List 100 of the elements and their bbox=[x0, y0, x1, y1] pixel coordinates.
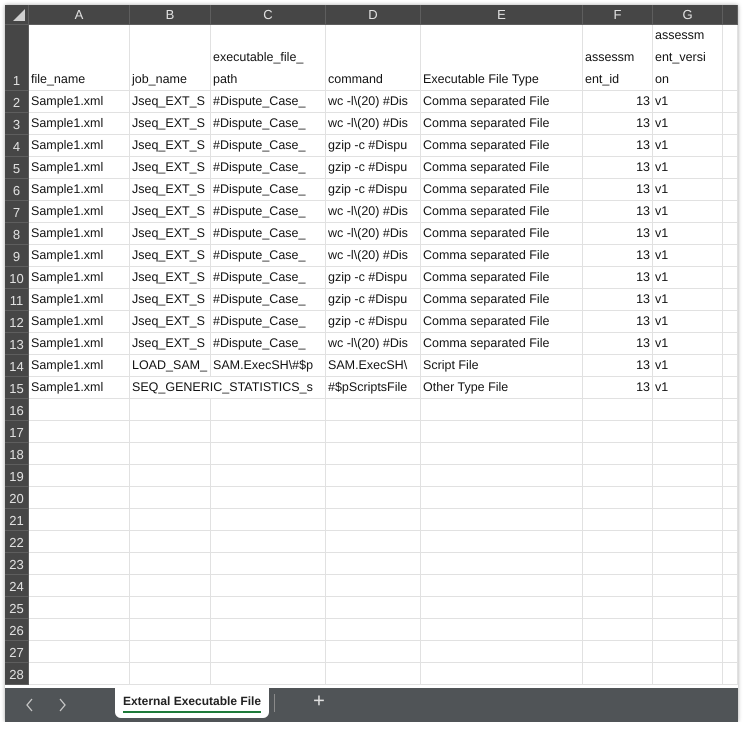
empty-cell[interactable] bbox=[326, 619, 421, 641]
empty-cell[interactable] bbox=[130, 465, 211, 487]
empty-cell[interactable] bbox=[723, 421, 738, 443]
row-header[interactable]: 2 bbox=[5, 91, 29, 113]
empty-cell[interactable] bbox=[583, 443, 653, 465]
row-header[interactable]: 19 bbox=[5, 465, 29, 487]
empty-cell[interactable] bbox=[421, 553, 583, 575]
empty-cell[interactable] bbox=[723, 509, 738, 531]
empty-cell[interactable] bbox=[211, 531, 326, 553]
empty-cell[interactable] bbox=[326, 421, 421, 443]
empty-cell[interactable] bbox=[583, 575, 653, 597]
empty-cell[interactable] bbox=[583, 421, 653, 443]
empty-cell[interactable] bbox=[326, 597, 421, 619]
add-sheet-button[interactable]: + bbox=[309, 690, 329, 713]
empty-cell[interactable] bbox=[653, 663, 723, 685]
empty-cell[interactable] bbox=[723, 355, 738, 377]
row-header[interactable]: 24 bbox=[5, 575, 29, 597]
empty-cell[interactable] bbox=[723, 201, 738, 223]
row-header[interactable]: 13 bbox=[5, 333, 29, 355]
empty-cell[interactable] bbox=[211, 641, 326, 663]
row-header[interactable]: 11 bbox=[5, 289, 29, 311]
empty-cell[interactable] bbox=[723, 289, 738, 311]
empty-cell[interactable] bbox=[723, 465, 738, 487]
row-header[interactable]: 12 bbox=[5, 311, 29, 333]
column-header[interactable] bbox=[723, 5, 738, 25]
row-header[interactable]: 16 bbox=[5, 399, 29, 421]
row-header[interactable]: 18 bbox=[5, 443, 29, 465]
empty-cell[interactable] bbox=[326, 399, 421, 421]
empty-cell[interactable] bbox=[653, 509, 723, 531]
empty-cell[interactable] bbox=[211, 465, 326, 487]
empty-cell[interactable] bbox=[211, 509, 326, 531]
empty-cell[interactable] bbox=[421, 465, 583, 487]
empty-cell[interactable] bbox=[723, 597, 738, 619]
empty-cell[interactable] bbox=[326, 443, 421, 465]
row-header[interactable]: 20 bbox=[5, 487, 29, 509]
empty-cell[interactable] bbox=[421, 663, 583, 685]
empty-cell[interactable] bbox=[723, 135, 738, 157]
empty-cell[interactable] bbox=[583, 487, 653, 509]
row-header[interactable]: 21 bbox=[5, 509, 29, 531]
row-header[interactable]: 7 bbox=[5, 201, 29, 223]
empty-cell[interactable] bbox=[130, 443, 211, 465]
column-header[interactable]: B bbox=[130, 5, 211, 25]
empty-cell[interactable] bbox=[326, 465, 421, 487]
row-header[interactable]: 26 bbox=[5, 619, 29, 641]
empty-cell[interactable] bbox=[130, 619, 211, 641]
sheet-tab[interactable]: External Executable File bbox=[115, 688, 270, 718]
empty-cell[interactable] bbox=[723, 663, 738, 685]
empty-cell[interactable] bbox=[211, 421, 326, 443]
empty-cell[interactable] bbox=[211, 663, 326, 685]
row-header[interactable]: 5 bbox=[5, 157, 29, 179]
empty-cell[interactable] bbox=[583, 465, 653, 487]
row-header[interactable]: 22 bbox=[5, 531, 29, 553]
empty-cell[interactable] bbox=[130, 553, 211, 575]
empty-cell[interactable] bbox=[583, 531, 653, 553]
chevron-right-icon[interactable] bbox=[57, 698, 67, 712]
empty-cell[interactable] bbox=[130, 509, 211, 531]
empty-cell[interactable] bbox=[421, 399, 583, 421]
empty-cell[interactable] bbox=[583, 619, 653, 641]
row-header[interactable]: 23 bbox=[5, 553, 29, 575]
empty-cell[interactable] bbox=[653, 619, 723, 641]
empty-cell[interactable] bbox=[583, 399, 653, 421]
empty-cell[interactable] bbox=[723, 333, 738, 355]
empty-cell[interactable] bbox=[130, 575, 211, 597]
empty-cell[interactable] bbox=[723, 113, 738, 135]
empty-cell[interactable] bbox=[421, 421, 583, 443]
empty-cell[interactable] bbox=[723, 377, 738, 399]
empty-cell[interactable] bbox=[130, 641, 211, 663]
row-header[interactable]: 3 bbox=[5, 113, 29, 135]
empty-cell[interactable] bbox=[653, 465, 723, 487]
row-header[interactable]: 10 bbox=[5, 267, 29, 289]
empty-cell[interactable] bbox=[653, 597, 723, 619]
empty-cell[interactable] bbox=[583, 663, 653, 685]
row-header[interactable]: 17 bbox=[5, 421, 29, 443]
empty-cell[interactable] bbox=[211, 443, 326, 465]
empty-cell[interactable] bbox=[130, 663, 211, 685]
empty-cell[interactable] bbox=[723, 179, 738, 201]
empty-cell[interactable] bbox=[653, 553, 723, 575]
empty-cell[interactable] bbox=[583, 641, 653, 663]
empty-cell[interactable] bbox=[326, 531, 421, 553]
empty-cell[interactable] bbox=[723, 443, 738, 465]
empty-cell[interactable] bbox=[211, 619, 326, 641]
row-header[interactable]: 4 bbox=[5, 135, 29, 157]
empty-cell[interactable] bbox=[723, 531, 738, 553]
empty-cell[interactable] bbox=[653, 641, 723, 663]
empty-cell[interactable] bbox=[211, 553, 326, 575]
empty-cell[interactable] bbox=[421, 597, 583, 619]
empty-cell[interactable] bbox=[723, 157, 738, 179]
empty-cell[interactable] bbox=[421, 487, 583, 509]
column-header[interactable]: G bbox=[653, 5, 723, 25]
empty-cell[interactable] bbox=[723, 223, 738, 245]
row-header[interactable]: 6 bbox=[5, 179, 29, 201]
empty-cell[interactable] bbox=[421, 641, 583, 663]
empty-cell[interactable] bbox=[723, 487, 738, 509]
empty-cell[interactable] bbox=[421, 575, 583, 597]
select-all-icon[interactable] bbox=[13, 9, 25, 21]
empty-cell[interactable] bbox=[326, 641, 421, 663]
empty-cell[interactable] bbox=[723, 267, 738, 289]
empty-cell[interactable] bbox=[653, 575, 723, 597]
empty-cell[interactable] bbox=[130, 531, 211, 553]
row-header[interactable]: 25 bbox=[5, 597, 29, 619]
